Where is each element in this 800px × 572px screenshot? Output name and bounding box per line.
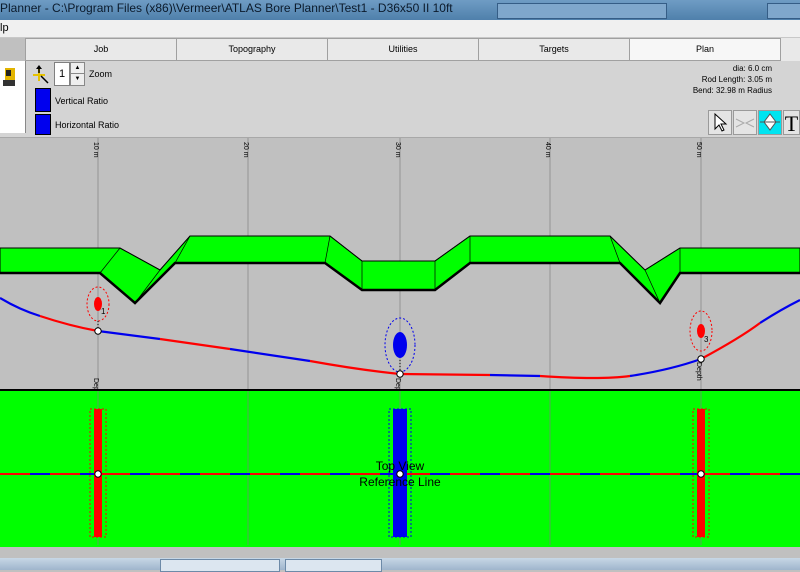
ruler-tick-30: 30 m (394, 142, 401, 158)
zoom-label: Zoom (89, 69, 113, 79)
controls-panel (0, 61, 800, 138)
dia-readout: dia: 6.0 cm (732, 64, 772, 73)
horizontal-ratio-label: Horizontal Ratio (55, 120, 120, 130)
target-2-depth-label: Depth (394, 378, 401, 389)
target-1-label: 1 (101, 307, 106, 316)
target-1-depth-label: Depth (92, 378, 99, 389)
horizontal-ratio-slider[interactable] (35, 114, 51, 135)
text-tool-icon[interactable]: T (783, 110, 800, 136)
window-control-button[interactable] (767, 3, 800, 19)
title-bar: Planner - C:\Program Files (x86)\Vermeer… (0, 0, 800, 20)
target-diamond-icon[interactable] (758, 110, 782, 135)
tab-plan[interactable]: Plan (629, 38, 781, 61)
vertical-ratio-label: Vertical Ratio (55, 96, 109, 106)
target-3-label: 3 (704, 335, 709, 344)
tab-utilities[interactable]: Utilities (327, 38, 479, 61)
tab-targets[interactable]: Targets (478, 38, 630, 61)
plan-view-subtitle: Reference Line (359, 475, 441, 489)
rod-length-readout: Rod Length: 3.05 m (701, 75, 772, 84)
menu-item-help[interactable]: lp (0, 22, 9, 34)
tab-job[interactable]: Job (25, 38, 177, 61)
ruler-tick-40: 40 m (544, 142, 551, 158)
zoom-input[interactable]: 1 (54, 62, 70, 86)
target-3-depth-label: Depth (695, 362, 702, 381)
ruler-tick-10: 10 m (92, 142, 99, 158)
tab-strip-end (780, 38, 800, 61)
zoom-pan-icon[interactable] (28, 64, 50, 86)
vertical-ratio-slider[interactable] (35, 88, 51, 112)
zoom-down-button[interactable]: ▼ (70, 73, 85, 86)
bend-disabled-icon[interactable] (733, 110, 757, 135)
tab-topography[interactable]: Topography (176, 38, 328, 61)
title-search-box[interactable] (497, 3, 667, 19)
menu-bar: lp (0, 20, 800, 38)
ruler-tick-50: 50 m (695, 142, 702, 158)
taskbar-button[interactable] (285, 559, 382, 572)
plan-view-drawing: Top View Reference Line (0, 391, 800, 545)
taskbar (0, 558, 800, 572)
excavator-icon (3, 68, 15, 86)
tab-strip: Job Topography Utilities Targets Plan (25, 38, 781, 61)
window-title: Planner - C:\Program Files (x86)\Vermeer… (0, 1, 453, 15)
pointer-arrow-icon[interactable] (708, 110, 732, 135)
bend-readout: Bend: 32.98 m Radius (692, 86, 772, 95)
ruler-tick-20: 20 m (242, 142, 249, 158)
tool-palette: T (708, 110, 800, 136)
plan-view-title: Top View (376, 459, 425, 473)
taskbar-button[interactable] (160, 559, 280, 572)
profile-view[interactable]: 10 m 20 m 30 m 40 m 50 m 1 3 Depth Depth… (0, 138, 800, 389)
